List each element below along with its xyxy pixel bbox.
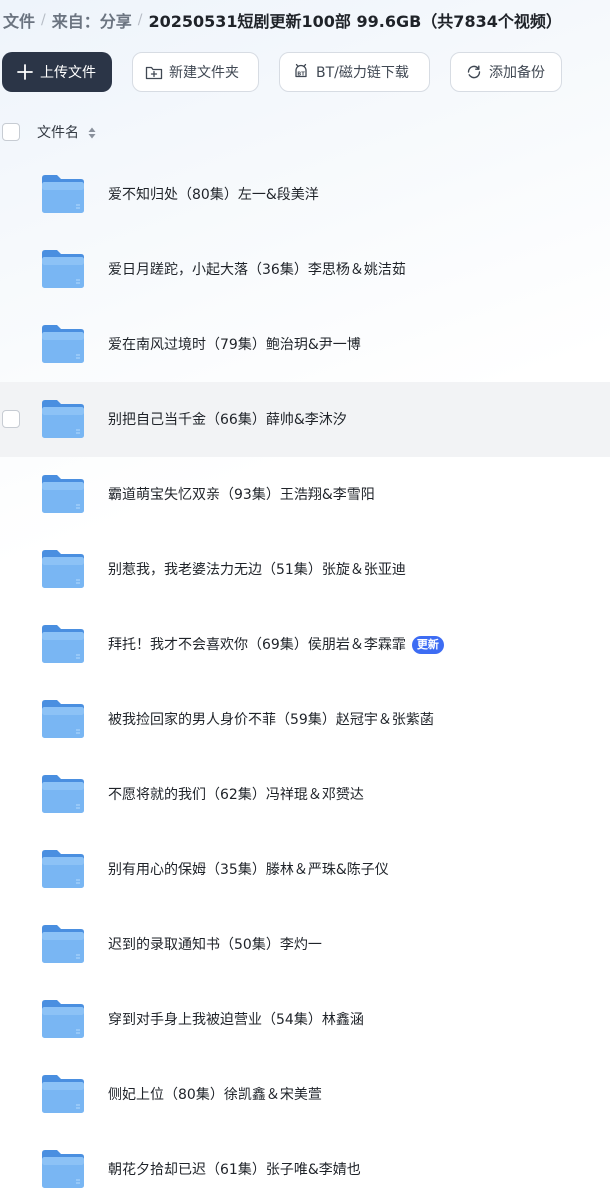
file-name[interactable]: 迟到的录取通知书（50集）李灼一 — [108, 934, 322, 954]
file-name-text[interactable]: 爱日月蹉跎，小起大落（36集）李思杨＆姚洁茹 — [108, 262, 406, 278]
file-name-text[interactable]: 别把自己当千金（66集）薛帅&李沐汐 — [108, 412, 347, 428]
file-name[interactable]: 不愿将就的我们（62集）冯祥琨＆邓赟达 — [108, 784, 364, 804]
file-row[interactable]: 侧妃上位（80集）徐凯鑫＆宋美萱 — [0, 1057, 610, 1132]
folder-icon — [40, 998, 86, 1040]
folder-icon — [40, 848, 86, 890]
folder-icon — [40, 548, 86, 590]
file-name-text[interactable]: 霸道萌宝失忆双亲（93集）王浩翔&李雪阳 — [108, 487, 375, 503]
column-name-header[interactable]: 文件名 — [37, 122, 79, 142]
file-name-text[interactable]: 别惹我，我老婆法力无边（51集）张旋＆张亚迪 — [108, 562, 406, 578]
upload-button-label: 上传文件 — [40, 65, 96, 81]
file-name-text[interactable]: 爱不知归处（80集）左一&段美洋 — [108, 187, 319, 203]
file-row[interactable]: 被我捡回家的男人身价不菲（59集）赵冠宇＆张紫菡 — [0, 682, 610, 757]
sync-icon — [465, 63, 483, 81]
new-folder-button[interactable]: 新建文件夹 — [132, 52, 259, 92]
file-name[interactable]: 别把自己当千金（66集）薛帅&李沐汐 — [108, 409, 347, 429]
file-name[interactable]: 爱日月蹉跎，小起大落（36集）李思杨＆姚洁茹 — [108, 259, 406, 279]
folder-icon — [40, 623, 86, 665]
file-row[interactable]: 爱日月蹉跎，小起大落（36集）李思杨＆姚洁茹 — [0, 232, 610, 307]
file-name[interactable]: 别惹我，我老婆法力无边（51集）张旋＆张亚迪 — [108, 559, 406, 579]
breadcrumb-separator: / — [41, 12, 46, 28]
sort-icon[interactable] — [87, 125, 97, 144]
file-row[interactable]: 穿到对手身上我被迫营业（54集）林鑫涵 — [0, 982, 610, 1057]
bt-download-button[interactable]: BT BT/磁力链下载 — [279, 52, 430, 92]
folder-icon — [40, 1073, 86, 1115]
list-header: 文件名 — [0, 114, 610, 150]
file-row[interactable]: 别惹我，我老婆法力无边（51集）张旋＆张亚迪 — [0, 532, 610, 607]
file-row[interactable]: 不愿将就的我们（62集）冯祥琨＆邓赟达 — [0, 757, 610, 832]
toolbar: 上传文件 新建文件夹 BT BT/磁力链下载 添加备份 — [2, 52, 562, 92]
update-badge: 更新 — [411, 636, 444, 654]
file-name[interactable]: 霸道萌宝失忆双亲（93集）王浩翔&李雪阳 — [108, 484, 375, 504]
file-row[interactable]: 爱在南风过境时（79集）鲍治玥&尹一博 — [0, 307, 610, 382]
add-backup-button[interactable]: 添加备份 — [450, 52, 562, 92]
file-name-text[interactable]: 拜托！我才不会喜欢你（69集）侯朋岩＆李霖霏 — [108, 637, 406, 653]
file-row[interactable]: 爱不知归处（80集）左一&段美洋 — [0, 157, 610, 232]
bt-download-button-label: BT/磁力链下载 — [316, 65, 409, 81]
file-row[interactable]: 朝花夕拾却已迟（61集）张子唯&李婧也 — [0, 1132, 610, 1203]
folder-icon — [40, 698, 86, 740]
file-name[interactable]: 爱不知归处（80集）左一&段美洋 — [108, 184, 319, 204]
breadcrumb-separator: / — [137, 12, 143, 28]
file-name[interactable]: 被我捡回家的男人身价不菲（59集）赵冠宇＆张紫菡 — [108, 709, 434, 729]
file-name-text[interactable]: 别有用心的保姆（35集）滕林＆严珠&陈子仪 — [108, 862, 389, 878]
folder-icon — [40, 248, 86, 290]
folder-plus-icon — [145, 63, 163, 81]
file-name[interactable]: 拜托！我才不会喜欢你（69集）侯朋岩＆李霖霏 更新 — [108, 634, 444, 654]
file-name-text[interactable]: 爱在南风过境时（79集）鲍治玥&尹一博 — [108, 337, 361, 353]
svg-text:BT: BT — [297, 72, 305, 78]
breadcrumb-current: 20250531短剧更新100部 99.6GB（共7834个视频） — [148, 12, 562, 31]
file-name-text[interactable]: 侧妃上位（80集）徐凯鑫＆宋美萱 — [108, 1087, 322, 1103]
row-checkbox[interactable] — [2, 410, 20, 428]
file-name[interactable]: 朝花夕拾却已迟（61集）张子唯&李婧也 — [108, 1159, 361, 1179]
file-row[interactable]: 别有用心的保姆（35集）滕林＆严珠&陈子仪 — [0, 832, 610, 907]
folder-icon — [40, 323, 86, 365]
new-folder-button-label: 新建文件夹 — [169, 65, 239, 81]
file-row[interactable]: 别把自己当千金（66集）薛帅&李沐汐 — [0, 382, 610, 457]
select-all-checkbox[interactable] — [2, 123, 20, 141]
file-name[interactable]: 侧妃上位（80集）徐凯鑫＆宋美萱 — [108, 1084, 322, 1104]
file-name-text[interactable]: 穿到对手身上我被迫营业（54集）林鑫涵 — [108, 1012, 364, 1028]
folder-icon — [40, 398, 86, 440]
file-name-text[interactable]: 被我捡回家的男人身价不菲（59集）赵冠宇＆张紫菡 — [108, 712, 434, 728]
file-row[interactable]: 霸道萌宝失忆双亲（93集）王浩翔&李雪阳 — [0, 457, 610, 532]
file-name-text[interactable]: 朝花夕拾却已迟（61集）张子唯&李婧也 — [108, 1162, 361, 1178]
file-name[interactable]: 穿到对手身上我被迫营业（54集）林鑫涵 — [108, 1009, 364, 1029]
file-name[interactable]: 爱在南风过境时（79集）鲍治玥&尹一博 — [108, 334, 361, 354]
folder-icon — [40, 173, 86, 215]
add-backup-button-label: 添加备份 — [489, 65, 545, 81]
breadcrumb: 文件 / 来自：分享 / 20250531短剧更新100部 99.6GB（共78… — [3, 8, 562, 32]
breadcrumb-from[interactable]: 来自：分享 — [52, 8, 132, 32]
file-name-text[interactable]: 迟到的录取通知书（50集）李灼一 — [108, 937, 322, 953]
file-list: 爱不知归处（80集）左一&段美洋爱日月蹉跎，小起大落（36集）李思杨＆姚洁茹 爱在… — [0, 157, 610, 1203]
folder-icon — [40, 773, 86, 815]
file-name[interactable]: 别有用心的保姆（35集）滕林＆严珠&陈子仪 — [108, 859, 389, 879]
folder-icon — [40, 1148, 86, 1190]
breadcrumb-root[interactable]: 文件 — [3, 8, 35, 32]
plus-icon — [16, 63, 34, 81]
file-row[interactable]: 迟到的录取通知书（50集）李灼一 — [0, 907, 610, 982]
folder-icon — [40, 923, 86, 965]
file-name-text[interactable]: 不愿将就的我们（62集）冯祥琨＆邓赟达 — [108, 787, 364, 803]
folder-icon — [40, 473, 86, 515]
upload-button[interactable]: 上传文件 — [2, 52, 112, 92]
file-row[interactable]: 拜托！我才不会喜欢你（69集）侯朋岩＆李霖霏 更新 — [0, 607, 610, 682]
bt-icon: BT — [292, 63, 310, 81]
